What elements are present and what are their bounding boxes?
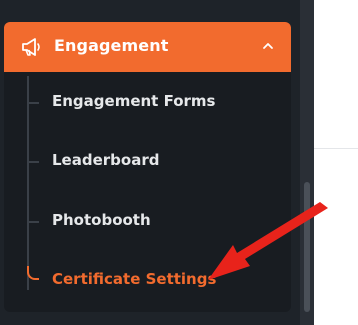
menu-item-certificate-settings[interactable]: Certificate Settings — [4, 260, 291, 300]
tree-branch-active — [27, 266, 39, 280]
engagement-menu-header[interactable]: Engagement — [4, 22, 291, 72]
content-divider — [314, 148, 358, 149]
menu-item-label: Leaderboard — [52, 151, 160, 169]
menu-item-label: Photobooth — [52, 211, 151, 229]
tree-branch — [27, 161, 39, 163]
megaphone-icon — [22, 38, 40, 56]
tree-branch — [27, 221, 39, 223]
sidebar: Engagement Engagement Forms Leaderboard … — [0, 0, 300, 325]
menu-item-engagement-forms[interactable]: Engagement Forms — [4, 82, 291, 122]
engagement-menu-title: Engagement — [54, 36, 169, 55]
chevron-up-icon[interactable] — [262, 40, 274, 52]
menu-item-leaderboard[interactable]: Leaderboard — [4, 141, 291, 181]
engagement-menu: Engagement Engagement Forms Leaderboard … — [4, 22, 291, 312]
menu-item-label: Engagement Forms — [52, 92, 216, 110]
menu-item-photobooth[interactable]: Photobooth — [4, 201, 291, 241]
tree-branch — [27, 102, 39, 104]
scrollbar-thumb[interactable] — [304, 182, 310, 312]
menu-item-label: Certificate Settings — [52, 270, 217, 288]
main-content — [314, 0, 358, 325]
